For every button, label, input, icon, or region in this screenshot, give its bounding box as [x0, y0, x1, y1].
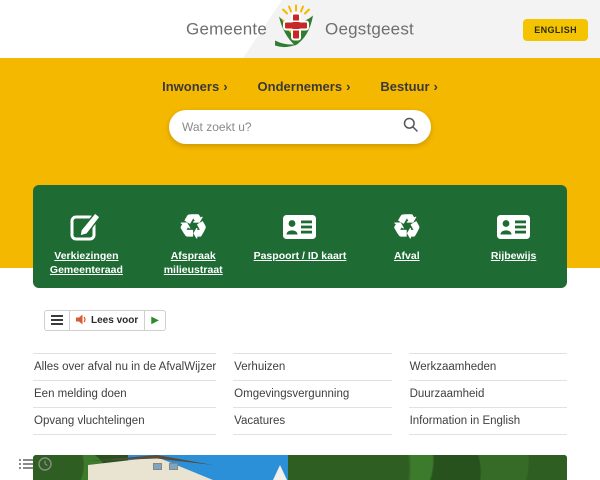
photo-gable [273, 465, 287, 480]
nav-item-inwoners[interactable]: Inwoners› [162, 79, 227, 94]
quicklink-rijbewijs[interactable]: Rijbewijs [460, 206, 567, 288]
photo-house-window [169, 463, 178, 470]
search-icon[interactable] [403, 117, 418, 137]
search-bar[interactable] [169, 110, 431, 144]
link-opvang-vluchtelingen[interactable]: Opvang vluchtelingen [33, 407, 216, 435]
readspeaker-menu-button[interactable] [45, 311, 70, 330]
quicklink-afspraak-milieustraat[interactable]: ♻ Afspraak milieustraat [140, 206, 247, 288]
id-card-icon [495, 206, 532, 246]
readspeaker-label: Lees voor [91, 315, 138, 326]
speaker-icon [76, 312, 87, 330]
readspeaker-play-button[interactable]: ▶ [145, 311, 165, 330]
link-duurzaamheid[interactable]: Duurzaamheid [409, 380, 567, 407]
link-melding-doen[interactable]: Een melding doen [33, 380, 216, 407]
header: Gemeente [0, 0, 600, 58]
quicklink-afval[interactable]: ♻ Afval [353, 206, 460, 288]
floating-widget-icons [19, 457, 52, 471]
links-column-2: Verhuizen Omgevingsvergunning Vacatures [233, 353, 391, 435]
photo-trees-right [288, 455, 567, 480]
english-language-button[interactable]: ENGLISH [523, 19, 588, 41]
links-column-3: Werkzaamheden Duurzaamheid Information i… [409, 353, 567, 435]
readspeaker-widget: Lees voor ▶ [44, 310, 166, 331]
play-icon: ▶ [151, 316, 159, 326]
recycle-icon: ♻ [392, 206, 422, 246]
municipality-logo[interactable]: Gemeente [186, 5, 414, 54]
nav-item-bestuur[interactable]: Bestuur› [380, 79, 437, 94]
link-vacatures[interactable]: Vacatures [233, 407, 391, 435]
links-column-1: Alles over afval nu in de AfvalWijzer Ee… [33, 353, 216, 435]
link-omgevingsvergunning[interactable]: Omgevingsvergunning [233, 380, 391, 407]
ballot-icon [69, 206, 103, 246]
recycle-icon: ♻ [178, 206, 208, 246]
search-input[interactable] [182, 120, 403, 134]
chevron-right-icon: › [346, 79, 350, 94]
photo-house-window [153, 463, 162, 470]
checklist-icon[interactable] [19, 457, 33, 471]
logo-text-gemeente: Gemeente [186, 19, 267, 39]
quick-topics-list: Alles over afval nu in de AfvalWijzer Ee… [33, 353, 567, 435]
link-information-in-english[interactable]: Information in English [409, 407, 567, 435]
id-card-icon [281, 206, 318, 246]
quicklinks-panel: Verkiezingen Gemeenteraad ♻ Afspraak mil… [33, 185, 567, 288]
hamburger-icon [51, 312, 63, 330]
chevron-right-icon: › [223, 79, 227, 94]
hero-photo [33, 455, 567, 480]
homepage: Gemeente [0, 0, 600, 480]
logo-text-oegstgeest: Oegstgeest [325, 19, 414, 39]
chevron-right-icon: › [434, 79, 438, 94]
clock-icon[interactable] [38, 457, 52, 471]
readspeaker-listen-button[interactable]: Lees voor [70, 311, 145, 330]
link-verhuizen[interactable]: Verhuizen [233, 353, 391, 380]
nav-item-ondernemers[interactable]: Ondernemers› [258, 79, 351, 94]
main-navigation: Inwoners› Ondernemers› Bestuur› [0, 58, 600, 94]
content-section: Lees voor ▶ Alles over afval nu in de Af… [0, 268, 600, 480]
quicklink-paspoort-id-kaart[interactable]: Paspoort / ID kaart [247, 206, 354, 288]
yellow-hero-section: Inwoners› Ondernemers› Bestuur› [0, 58, 600, 268]
search-area [0, 110, 600, 144]
link-afvalwijzer[interactable]: Alles over afval nu in de AfvalWijzer [33, 353, 216, 380]
quicklink-verkiezingen[interactable]: Verkiezingen Gemeenteraad [33, 206, 140, 288]
crest-icon [273, 5, 319, 54]
link-werkzaamheden[interactable]: Werkzaamheden [409, 353, 567, 380]
